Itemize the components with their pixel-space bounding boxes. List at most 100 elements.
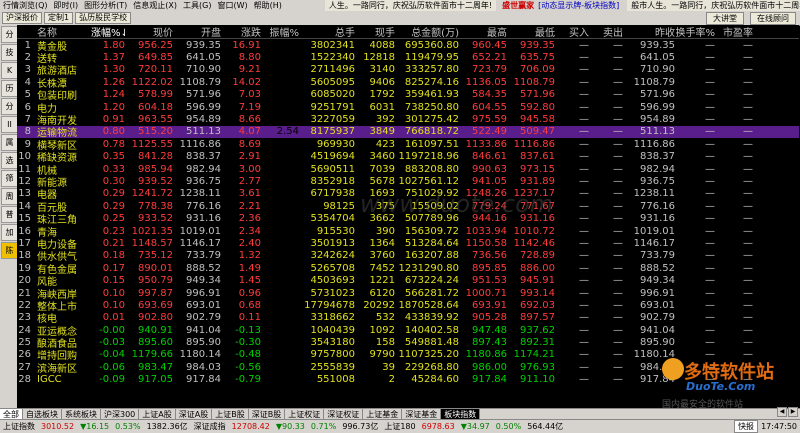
cell-idx: 6 [24, 101, 31, 113]
col-header-amplitude[interactable]: 振幅% [261, 25, 299, 39]
table-row[interactable]: 7 海南开发 0.91 963.55 954.89 8.66 3.14 3227059 392 3… [17, 113, 799, 127]
cell-cur: 3760 [369, 250, 395, 262]
sidebar-item-7[interactable]: 属 [1, 134, 18, 151]
cell-prev: 949.34 [640, 275, 675, 287]
cell-chg: -0.00 [99, 324, 125, 336]
table-row[interactable]: 9 横琴新区 0.78 1125.55 1116.86 8.69 1.52 969930 423… [17, 138, 799, 152]
table-row[interactable]: 12 新能源 0.30 939.52 936.75 2.77 0.98 8352918 5678… [17, 175, 799, 189]
cell-turn: — [705, 213, 715, 225]
sidebar-item-4[interactable]: 历 [1, 80, 18, 97]
online-advisor-button[interactable]: 在线顾问 [750, 12, 796, 25]
s180-label[interactable]: 上证180 [381, 421, 418, 432]
table-row[interactable]: 24 亚运概念 -0.00 940.91 941.04 -0.13 1.05 1040439 1… [17, 324, 799, 338]
tab-custom[interactable]: 定制1 [44, 12, 74, 24]
sidebar-item-11[interactable]: 普 [1, 206, 18, 223]
table-row[interactable]: 27 滨海新区 -0.06 983.47 984.03 -0.56 0.92 2555839 3… [17, 361, 799, 375]
scroll-left-icon[interactable]: ◀ [777, 407, 787, 417]
cell-sell: — [613, 312, 623, 324]
col-header-price[interactable]: 现价 [125, 25, 173, 39]
table-row[interactable]: 15 珠江三角 0.25 933.52 931.16 2.36 1.40 5354704 366… [17, 212, 799, 226]
table-row[interactable]: 17 电力设备 0.21 1148.57 1146.17 2.40 0.70 3501913 1… [17, 237, 799, 251]
sidebar-item-1[interactable]: 分 [1, 26, 18, 43]
col-header-low[interactable]: 最低 [507, 25, 555, 39]
table-row[interactable]: 6 电力 1.20 604.18 596.99 7.19 1.97 9251791 6031 73… [17, 101, 799, 115]
sz-index-label[interactable]: 深证成指 [191, 421, 229, 432]
col-header-sell[interactable]: 卖出 [589, 25, 623, 39]
quick-report-select[interactable]: 快报 [734, 420, 759, 433]
sh-index-label[interactable]: 上证指数 [0, 421, 38, 432]
table-row[interactable]: 2 送转 1.37 649.85 641.05 8.80 2.57 1522340 12818 1… [17, 51, 799, 65]
sh-index-value: 3010.52 [41, 422, 75, 431]
tab-school[interactable]: 弘历股民学校 [75, 12, 132, 24]
sidebar-item-12[interactable]: 加 [1, 224, 18, 241]
menu-item-browse[interactable]: 行情浏览(Q) [0, 0, 51, 11]
col-header-volume[interactable]: 总手 [299, 25, 355, 39]
menu-item-help[interactable]: 帮助(H) [251, 0, 285, 11]
table-row[interactable]: 13 电器 0.29 1241.72 1238.11 3.61 0.90 6717938 169… [17, 188, 799, 201]
table-row[interactable]: 16 青海 0.23 1021.35 1019.01 2.34 2.28 915530 390 1… [17, 225, 799, 239]
quote-table: 名称 涨幅%↓ 现价 开盘 涨跌 振幅% 总手 现手 总金额(万) 最高 最低 … [17, 25, 799, 408]
cell-chg: -0.06 [99, 361, 125, 373]
table-row[interactable]: 25 酿酒食品 -0.03 895.60 895.90 -0.30 0.58 3543180 1… [17, 336, 799, 350]
col-header-open[interactable]: 开盘 [173, 25, 221, 39]
cell-high: 522.49 [472, 126, 507, 138]
cell-idx: 4 [24, 76, 31, 88]
col-header-pe[interactable]: 市盈率 [715, 25, 753, 39]
tab-quotes[interactable]: 沪深报价 [2, 12, 42, 24]
table-row[interactable]: 11 机械 0.33 985.94 982.94 3.00 1.78 5690511 7039 8… [17, 163, 799, 177]
sidebar-item-2[interactable]: 技 [1, 44, 18, 61]
col-header-change-pct[interactable]: 涨幅%↓ [91, 25, 125, 39]
sidebar-item-10[interactable]: 周 [1, 188, 18, 205]
table-row[interactable]: 3 旅游酒店 1.30 720.11 710.90 9.21 2.49 2711496 3140… [17, 64, 799, 77]
cell-turn: — [705, 175, 715, 187]
cell-amp: 1.78 [276, 163, 299, 175]
menu-item-info[interactable]: 信息观止(X) [130, 0, 180, 11]
col-header-current[interactable]: 现手 [355, 25, 395, 39]
cell-sell: — [613, 250, 623, 262]
scroll-right-icon[interactable]: ▶ [788, 407, 798, 417]
col-header-high[interactable]: 最高 [459, 25, 507, 39]
table-row[interactable]: 26 增持回购 -0.04 1179.66 1180.14 -0.48 0.66 975780… [17, 349, 799, 362]
sidebar-item-8[interactable]: 选 [1, 152, 18, 169]
table-row[interactable]: 1 黄金股 1.80 956.25 939.35 16.91 2.25 3802341 4088… [17, 39, 799, 53]
table-row[interactable]: 20 风能 0.15 950.79 949.34 1.45 0.59 4503693 1221 6… [17, 274, 799, 288]
cell-diff: 4.07 [238, 126, 261, 138]
sidebar-item-6[interactable]: II [1, 116, 18, 133]
clock: 17:47:50 [761, 422, 797, 431]
cell-chg: 0.29 [102, 200, 125, 212]
sidebar-item-5[interactable]: 分 [1, 98, 18, 115]
table-row[interactable]: 19 有色金属 0.17 890.01 888.52 1.49 1.11 5265708 745… [17, 262, 799, 276]
table-row[interactable]: 4 长株潭 1.26 1122.02 1108.79 14.02 2.46 5605095 94… [17, 76, 799, 90]
table-row[interactable]: 8 运输物流 0.80 515.20 511.13 4.07 2.54 8175937 3849… [17, 125, 799, 139]
col-header-turnover[interactable]: 换手率% [675, 25, 715, 39]
col-header-buy[interactable]: 买入 [555, 25, 589, 39]
sidebar-item-3[interactable]: K [1, 62, 18, 79]
table-row[interactable]: 23 核电 0.01 902.80 902.79 0.11 0.86 3318662 532 43… [17, 312, 799, 325]
menu-item-instant[interactable]: 即时(I) [51, 0, 82, 11]
cell-idx: 8 [24, 126, 31, 138]
cell-low: 911.10 [520, 374, 555, 386]
cell-prev: 917.84 [640, 374, 675, 386]
table-row[interactable]: 18 供水供气 0.18 735.12 733.79 1.32 1.05 3242624 376… [17, 250, 799, 263]
table-row[interactable]: 28 IGCC -0.09 917.05 917.84 -0.79 1.70 551008 2 4… [17, 374, 799, 386]
table-row[interactable]: 21 海峡西岸 0.10 997.87 996.91 0.96 0.76 5731023 612… [17, 287, 799, 301]
cell-vol: 1522340 [310, 52, 355, 64]
cell-buy: — [579, 374, 589, 386]
sidebar-item-9[interactable]: 筛 [1, 170, 18, 187]
menu-item-window[interactable]: 窗口(W) [214, 0, 250, 11]
lecture-hall-button[interactable]: 大讲堂 [706, 12, 744, 25]
col-header-diff[interactable]: 涨跌 [221, 25, 261, 39]
menu-item-tools[interactable]: 工具(G) [180, 0, 214, 11]
menu-item-chart[interactable]: 图形分析(T) [81, 0, 130, 11]
cell-vol: 915530 [316, 225, 355, 237]
table-row[interactable]: 22 整体上市 0.10 693.69 693.01 0.68 0.27 17794678 20… [17, 299, 799, 313]
cell-cur: 7039 [369, 163, 395, 175]
col-header-prev-close[interactable]: 昨收 [623, 25, 675, 39]
cell-high: 652.21 [472, 52, 507, 64]
table-row[interactable]: 14 百元股 0.29 778.38 776.16 2.21 0.97 98125 375 155… [17, 200, 799, 214]
cell-diff: 1.32 [238, 250, 261, 262]
sidebar-item-13[interactable]: 陈 [1, 242, 18, 259]
col-header-amount[interactable]: 总金额(万) [395, 25, 459, 39]
table-row[interactable]: 5 包装印刷 1.24 578.99 571.96 7.03 2.29 6085020 1792… [17, 89, 799, 102]
table-row[interactable]: 10 稀缺资源 0.35 841.28 838.37 2.91 1.87 4519694 346… [17, 151, 799, 164]
